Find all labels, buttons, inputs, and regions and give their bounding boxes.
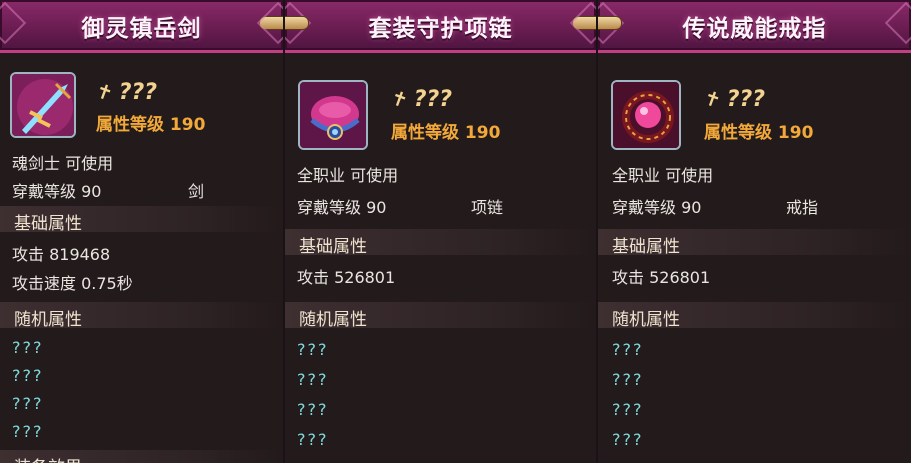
item-card-ring: 传说威能戒指 ✝??? 属性等级 190 全职业 可使用 穿戴等级 90 戒指 … [598,0,911,463]
wear-level: 穿戴等级 90 [297,198,387,217]
key-icon: ✝ [700,84,725,114]
necklace-icon[interactable] [298,80,368,150]
banner-ornament [259,16,283,30]
attribute-level: 属性等级 190 [96,115,206,135]
attribute-level: 属性等级 190 [391,123,501,143]
random-attributes-header: 随机属性 [285,302,596,330]
random-attr: ??? [612,400,644,419]
unidentified-star: ✝??? [387,85,453,113]
random-attr: ??? [12,422,44,441]
base-attributes-header: 基础属性 [285,229,596,257]
key-icon: ✝ [92,77,117,107]
class-usable: 全职业 可使用 [297,166,399,185]
random-attributes-header: 随机属性 [598,302,911,330]
attack-value: 攻击 819468 [12,245,111,264]
random-attr: ??? [297,430,329,449]
attack-value: 攻击 526801 [297,268,396,287]
banner-ornament [572,16,596,30]
unidentified-star: ✝??? [700,85,766,113]
sword-icon[interactable] [10,72,76,138]
ring-icon[interactable] [611,80,681,150]
wear-level: 穿戴等级 90 [612,198,702,217]
unidentified-star: ✝??? [92,78,158,106]
equipment-effect-header: 装备效果 [0,450,283,463]
item-type: 剑 [188,182,205,201]
star-label: ??? [413,87,453,112]
random-attr: ??? [612,430,644,449]
random-attr: ??? [12,366,44,385]
card-title-banner: 套装守护项链 [285,0,596,53]
star-label: ??? [726,87,766,112]
item-title: 御灵镇岳剑 [81,16,202,42]
attack-value: 攻击 526801 [612,268,711,287]
base-attributes-header: 基础属性 [598,229,911,257]
card-title-banner: 传说威能戒指 [598,0,911,53]
class-usable: 全职业 可使用 [612,166,714,185]
random-attr: ??? [612,340,644,359]
random-attr: ??? [612,370,644,389]
random-attributes-header: 随机属性 [0,302,283,330]
attribute-level: 属性等级 190 [704,123,814,143]
random-attr: ??? [12,394,44,413]
item-type: 戒指 [786,198,819,217]
item-type: 项链 [471,198,504,217]
item-card-sword: 御灵镇岳剑 ✝??? 属性等级 190 魂剑士 可使用 穿戴等级 90 剑 基础… [0,0,283,463]
random-attr: ??? [297,340,329,359]
item-card-necklace: 套装守护项链 ✝??? 属性等级 190 全职业 可使用 穿戴等级 90 项链 … [285,0,596,463]
class-usable: 魂剑士 可使用 [12,154,114,173]
wear-level: 穿戴等级 90 [12,182,102,201]
base-attributes-header: 基础属性 [0,206,283,234]
random-attr: ??? [297,400,329,419]
attack-speed: 攻击速度 0.75秒 [12,274,133,293]
key-icon: ✝ [387,84,412,114]
item-title: 套装守护项链 [368,16,513,42]
random-attr: ??? [297,370,329,389]
card-title-banner: 御灵镇岳剑 [0,0,283,53]
star-label: ??? [118,80,158,105]
item-title: 传说威能戒指 [682,16,827,42]
random-attr: ??? [12,338,44,357]
